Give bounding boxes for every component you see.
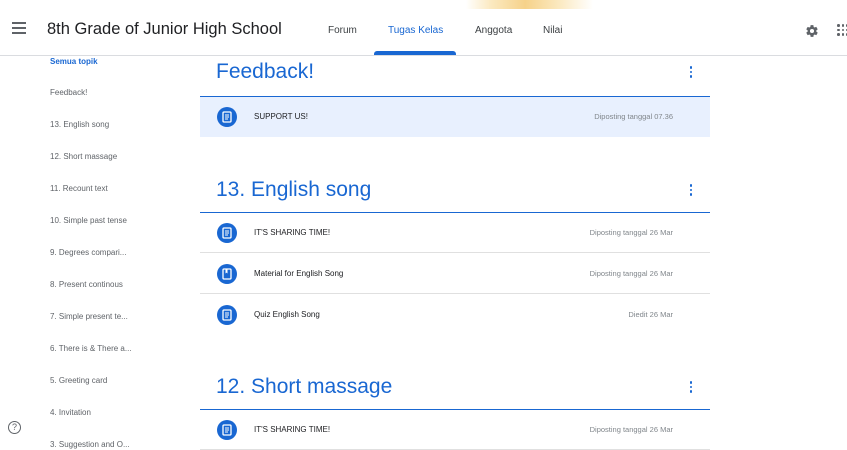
- topic-title: Feedback!: [216, 60, 315, 83]
- item-date: Diposting tanggal 07.36: [594, 112, 673, 121]
- item-date: Diposting tanggal 26 Mar: [589, 228, 673, 237]
- sidebar-item-recount-text[interactable]: 11. Recount text: [50, 184, 108, 193]
- item-date: Diposting tanggal 26 Mar: [589, 425, 673, 434]
- sidebar-item-there-is-there-are[interactable]: 6. There is & There a...: [50, 344, 132, 353]
- tab-anggota[interactable]: Anggota: [475, 25, 512, 36]
- sidebar-item-english-song[interactable]: 13. English song: [50, 120, 109, 129]
- sidebar-item-greeting-card[interactable]: 5. Greeting card: [50, 376, 107, 385]
- material-icon: [217, 264, 237, 284]
- sidebar-item-present-continous[interactable]: 8. Present continous: [50, 280, 123, 289]
- active-tab-indicator: [374, 51, 456, 55]
- topic-more-icon[interactable]: [688, 381, 694, 395]
- item-title: SUPPORT US!: [254, 112, 308, 121]
- apps-icon[interactable]: [836, 23, 847, 37]
- item-date: Diposting tanggal 26 Mar: [589, 269, 673, 278]
- classwork-item[interactable]: IT'S SHARING TIME! Diposting tanggal 26 …: [200, 410, 710, 450]
- topic-title: 12. Short massage: [216, 375, 393, 398]
- item-date: Diedit 26 Mar: [628, 310, 673, 319]
- assignment-icon: [217, 107, 237, 127]
- topic-more-icon[interactable]: [688, 66, 694, 80]
- sidebar-item-simple-present-tense[interactable]: 7. Simple present te...: [50, 312, 128, 321]
- tab-nilai[interactable]: Nilai: [543, 25, 562, 36]
- item-title: IT'S SHARING TIME!: [254, 425, 331, 434]
- tab-forum[interactable]: Forum: [328, 25, 357, 36]
- topic-sidebar: Semua topik Feedback! 13. English song 1…: [0, 57, 200, 449]
- menu-icon[interactable]: [12, 22, 26, 36]
- gear-icon[interactable]: [805, 24, 819, 38]
- assignment-icon: [217, 223, 237, 243]
- classwork-item[interactable]: IT'S SHARING TIME! Diposting tanggal 26 …: [200, 213, 710, 253]
- item-title: Material for English Song: [254, 269, 344, 278]
- classwork-item[interactable]: SUPPORT US! Diposting tanggal 07.36: [200, 97, 710, 137]
- classwork-item[interactable]: Quiz English Song Diedit 26 Mar: [200, 295, 710, 335]
- assignment-icon: [217, 420, 237, 440]
- sidebar-item-all-topics[interactable]: Semua topik: [50, 57, 98, 66]
- sidebar-item-degrees-comparison[interactable]: 9. Degrees compari...: [50, 248, 126, 257]
- sidebar-item-invitation[interactable]: 4. Invitation: [50, 408, 91, 417]
- sidebar-item-simple-past-tense[interactable]: 10. Simple past tense: [50, 216, 127, 225]
- tab-tugas-kelas[interactable]: Tugas Kelas: [388, 25, 443, 36]
- sidebar-item-feedback[interactable]: Feedback!: [50, 88, 87, 97]
- class-title[interactable]: 8th Grade of Junior High School: [47, 20, 282, 39]
- topic-title: 13. English song: [216, 178, 372, 201]
- class-banner-strip: [0, 0, 847, 9]
- classwork-item[interactable]: Material for English Song Diposting tang…: [200, 254, 710, 294]
- assignment-icon: [217, 305, 237, 325]
- top-app-bar: 8th Grade of Junior High School Forum Tu…: [0, 0, 847, 56]
- help-icon[interactable]: ?: [8, 421, 21, 434]
- item-title: IT'S SHARING TIME!: [254, 228, 331, 237]
- topic-more-icon[interactable]: [688, 184, 694, 198]
- item-title: Quiz English Song: [254, 310, 320, 319]
- sidebar-item-short-massage[interactable]: 12. Short massage: [50, 152, 117, 161]
